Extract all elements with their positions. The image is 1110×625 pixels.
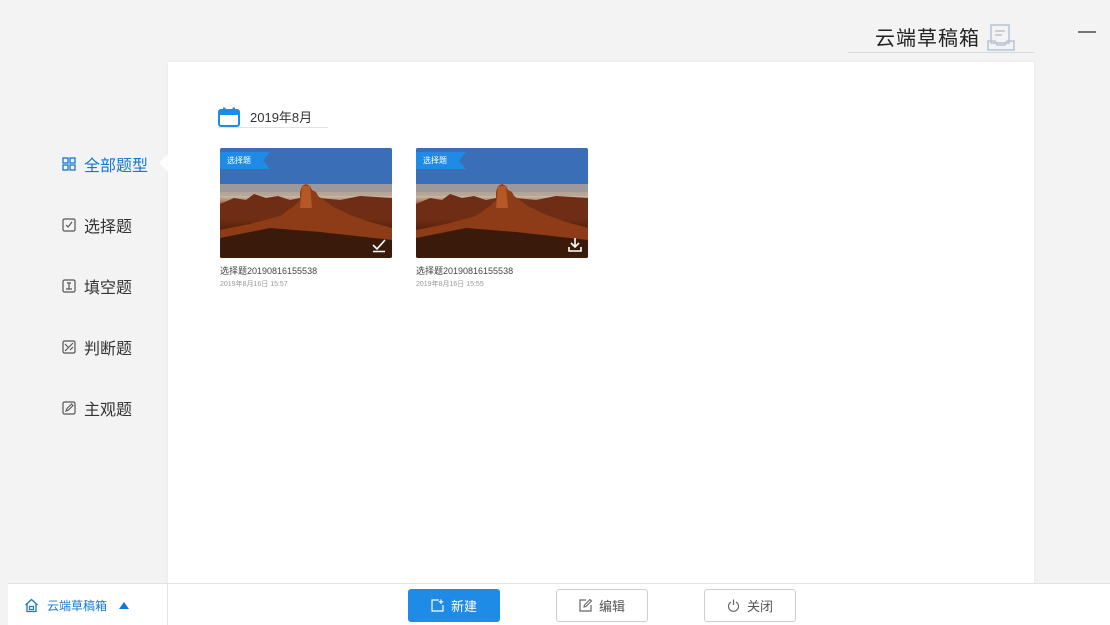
draft-time: 2019年8月16日 15:55: [416, 281, 484, 288]
edit-icon: [579, 599, 592, 612]
draft-card[interactable]: 选择题 选择题20190816155538 2019年8月16日 15:57: [220, 148, 392, 289]
sidebar-item-fill-blank[interactable]: 填空题: [8, 255, 168, 316]
main-panel: 2019年8月 选择题 选择题20190816155538 2019年8月16日…: [168, 62, 1034, 583]
footer-toolbar: 云端草稿箱 新建 编辑 关闭: [8, 583, 1110, 625]
draft-time: 2019年8月16日 15:57: [220, 281, 288, 288]
sidebar-item-label: 填空题: [84, 279, 133, 297]
grid-icon: [62, 156, 76, 171]
subjective-icon: [62, 400, 76, 415]
download-icon[interactable]: [567, 237, 583, 253]
header: 云端草稿箱: [848, 21, 1034, 53]
calendar-icon: [218, 107, 240, 127]
check-icon[interactable]: [371, 237, 387, 253]
location-switcher[interactable]: 云端草稿箱: [8, 584, 168, 625]
sidebar: 全部题型 选择题 填空题 判断题 主观题: [8, 133, 169, 438]
choice-icon: [62, 217, 76, 232]
draft-name: 选择题20190816155538: [220, 266, 318, 276]
sidebar-item-judge[interactable]: 判断题: [8, 316, 168, 377]
header-title: 云端草稿箱: [875, 28, 980, 50]
fill-blank-icon: [62, 278, 76, 293]
draft-card-list: 选择题 选择题20190816155538 2019年8月16日 15:57 选…: [220, 148, 612, 289]
sidebar-item-choice[interactable]: 选择题: [8, 194, 168, 255]
new-button-label: 新建: [450, 599, 477, 614]
home-icon: [25, 598, 38, 612]
date-group-header: 2019年8月: [218, 106, 329, 128]
sidebar-item-subjective[interactable]: 主观题: [8, 377, 168, 438]
power-icon: [727, 599, 740, 612]
edit-button[interactable]: 编辑: [556, 589, 648, 622]
minimize-button[interactable]: [1076, 19, 1098, 41]
draft-name: 选择题20190816155538: [416, 266, 514, 276]
sidebar-item-all-types[interactable]: 全部题型: [8, 133, 169, 194]
app-window: 云端草稿箱 全部题型 选择题 填空题 判断题 主观题 2019年8月 选择题 选…: [8, 7, 1110, 625]
close-button[interactable]: 关闭: [704, 589, 796, 622]
sidebar-item-label: 全部题型: [84, 157, 149, 175]
close-button-label: 关闭: [746, 599, 773, 614]
sidebar-item-label: 判断题: [84, 340, 133, 358]
judge-icon: [62, 339, 76, 354]
draft-thumbnail: 选择题: [220, 148, 392, 258]
edit-button-label: 编辑: [598, 599, 625, 614]
draft-box-icon: [987, 23, 1015, 51]
new-icon: [431, 599, 444, 612]
sidebar-item-label: 主观题: [84, 401, 133, 419]
caret-up-icon: [119, 601, 130, 609]
new-button[interactable]: 新建: [408, 589, 500, 622]
location-label: 云端草稿箱: [47, 598, 108, 613]
draft-card[interactable]: 选择题 选择题20190816155538 2019年8月16日 15:55: [416, 148, 588, 289]
draft-thumbnail: 选择题: [416, 148, 588, 258]
sidebar-item-label: 选择题: [84, 218, 133, 236]
question-type-tag: 选择题: [416, 152, 466, 169]
date-label: 2019年8月: [250, 110, 313, 125]
question-type-tag: 选择题: [220, 152, 270, 169]
